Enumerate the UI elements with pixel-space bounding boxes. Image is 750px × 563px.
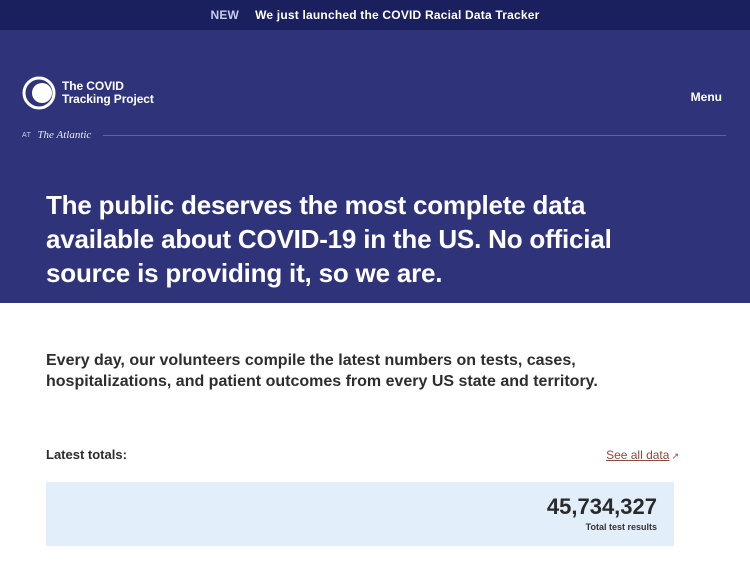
- logo-circle-icon: [22, 76, 56, 110]
- site-logo[interactable]: The COVID Tracking Project: [22, 76, 154, 110]
- see-all-data-label: See all data: [606, 447, 670, 462]
- totals-header: Latest totals: See all data ↗: [46, 447, 679, 462]
- hero-headline: The public deserves the most complete da…: [46, 190, 612, 288]
- logo-line-2: Tracking Project: [62, 92, 154, 106]
- partner-logo[interactable]: The Atlantic: [37, 129, 91, 141]
- at-label: AT: [22, 131, 32, 139]
- header-divider: [103, 134, 726, 136]
- stat-card-tests: 45,734,327 Total test results: [46, 482, 674, 546]
- stat-value: 45,734,327: [546, 494, 657, 519]
- see-all-data-link[interactable]: See all data ↗: [606, 448, 679, 462]
- hero-section: The COVID Tracking Project Menu AT The A…: [0, 30, 750, 303]
- stat-label: Total test results: [585, 522, 657, 532]
- announcement-bar: NEW We just launched the COVID Racial Da…: [0, 0, 750, 30]
- announcement-link[interactable]: We just launched the COVID Racial Data T…: [255, 8, 539, 22]
- new-badge: NEW: [210, 8, 240, 22]
- main-content: Every day, our volunteers compile the la…: [0, 350, 750, 563]
- menu-button[interactable]: Menu: [691, 90, 722, 104]
- partner-row: AT The Atlantic: [22, 129, 726, 141]
- logo-text: The COVID Tracking Project: [62, 80, 154, 106]
- arrow-icon: ↗: [671, 450, 679, 461]
- intro-text: Every day, our volunteers compile the la…: [46, 352, 598, 390]
- totals-label: Latest totals:: [46, 447, 127, 462]
